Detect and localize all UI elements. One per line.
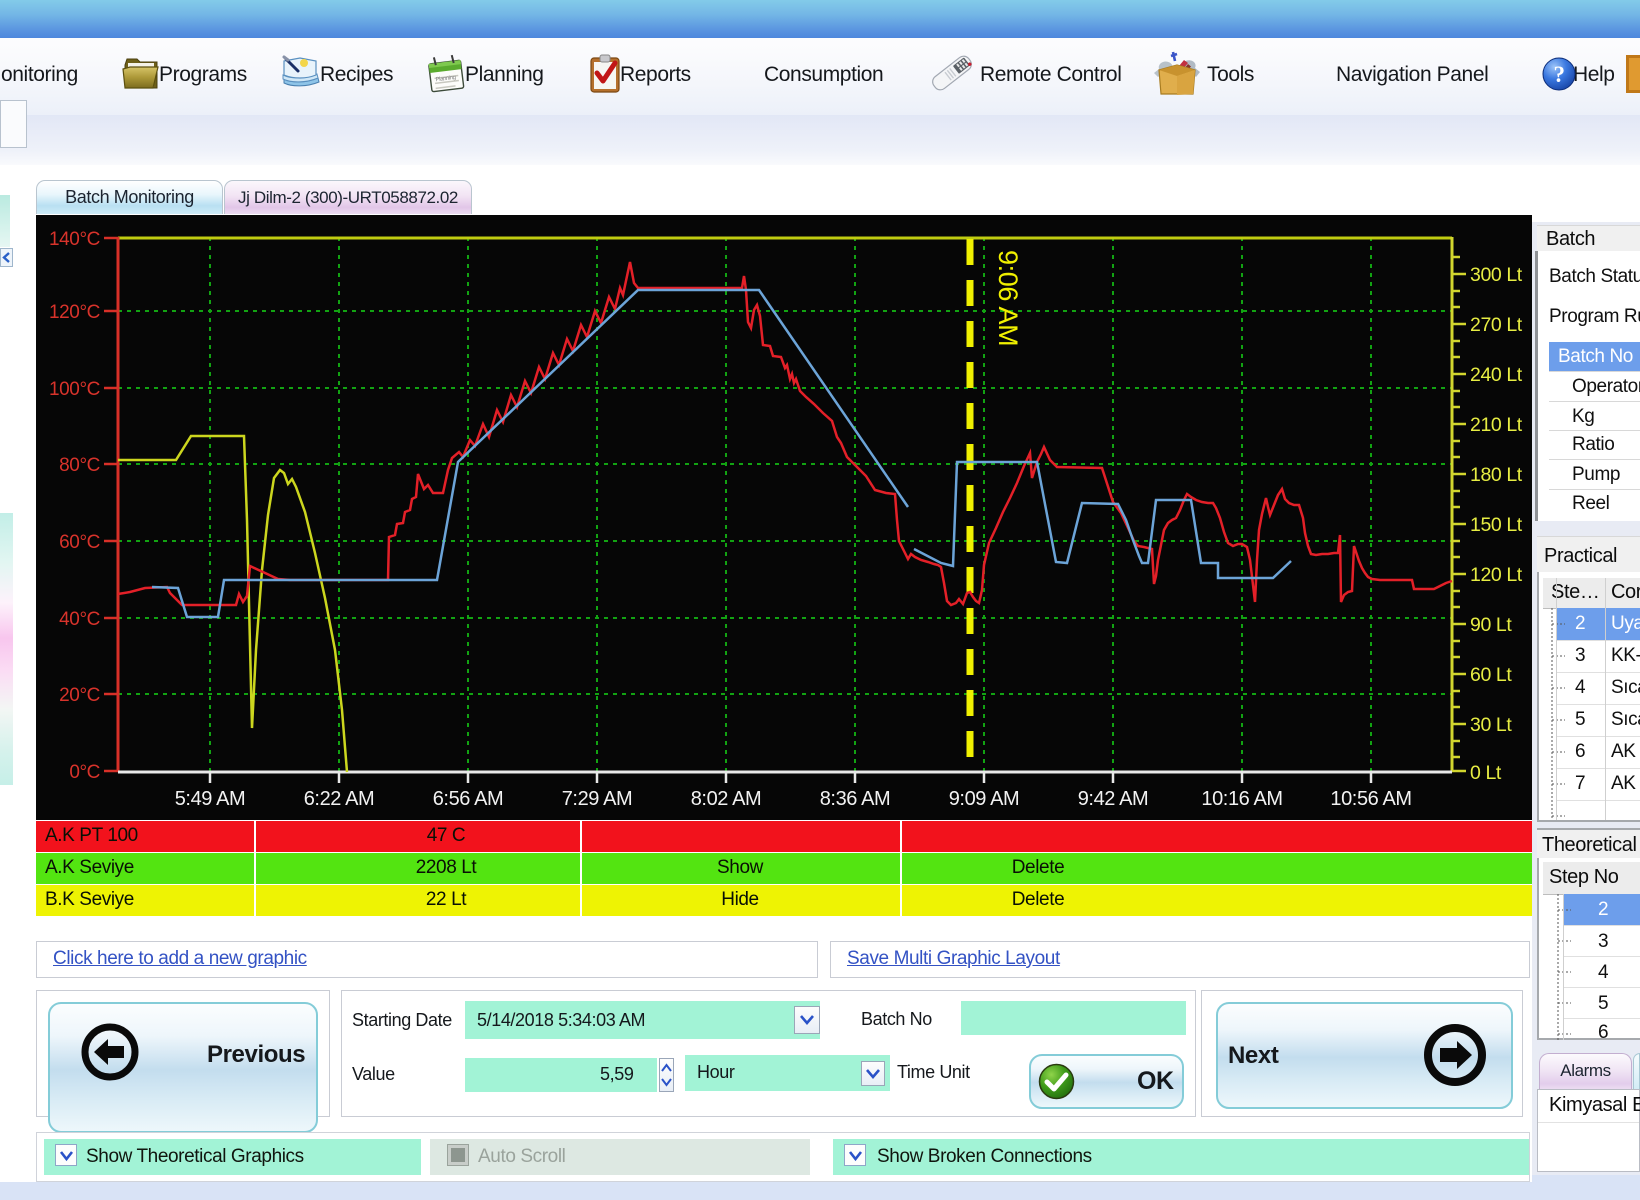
svg-text:90 Lt: 90 Lt: [1470, 614, 1512, 636]
svg-text:30 Lt: 30 Lt: [1470, 714, 1512, 736]
svg-text:8:36 AM: 8:36 AM: [820, 788, 891, 810]
svg-text:6:22 AM: 6:22 AM: [304, 788, 375, 810]
svg-text:6:56 AM: 6:56 AM: [433, 788, 504, 810]
svg-text:5:49 AM: 5:49 AM: [175, 788, 246, 810]
svg-text:60°C: 60°C: [59, 532, 100, 553]
svg-text:0 Lt: 0 Lt: [1470, 762, 1502, 784]
svg-text:9:06 AM: 9:06 AM: [993, 250, 1023, 346]
svg-text:210 Lt: 210 Lt: [1470, 414, 1523, 436]
svg-text:120°C: 120°C: [49, 302, 100, 323]
svg-text:10:56 AM: 10:56 AM: [1330, 788, 1411, 810]
svg-text:0°C: 0°C: [69, 762, 100, 783]
svg-text:10:16 AM: 10:16 AM: [1201, 788, 1282, 810]
svg-text:9:42 AM: 9:42 AM: [1078, 788, 1149, 810]
svg-text:9:09 AM: 9:09 AM: [949, 788, 1020, 810]
svg-text:150 Lt: 150 Lt: [1470, 514, 1523, 536]
svg-text:7:29 AM: 7:29 AM: [562, 788, 633, 810]
svg-text:20°C: 20°C: [59, 685, 100, 706]
svg-text:300 Lt: 300 Lt: [1470, 264, 1523, 286]
svg-text:8:02 AM: 8:02 AM: [691, 788, 762, 810]
svg-text:60 Lt: 60 Lt: [1470, 664, 1512, 686]
svg-text:40°C: 40°C: [59, 609, 100, 630]
svg-text:180 Lt: 180 Lt: [1470, 464, 1523, 486]
svg-text:80°C: 80°C: [59, 455, 100, 476]
svg-text:240 Lt: 240 Lt: [1470, 364, 1523, 386]
svg-text:100°C: 100°C: [49, 379, 100, 400]
svg-text:120 Lt: 120 Lt: [1470, 564, 1523, 586]
svg-text:140°C: 140°C: [49, 229, 100, 250]
svg-text:270 Lt: 270 Lt: [1470, 314, 1523, 336]
svg-text:?: ?: [1553, 62, 1564, 87]
